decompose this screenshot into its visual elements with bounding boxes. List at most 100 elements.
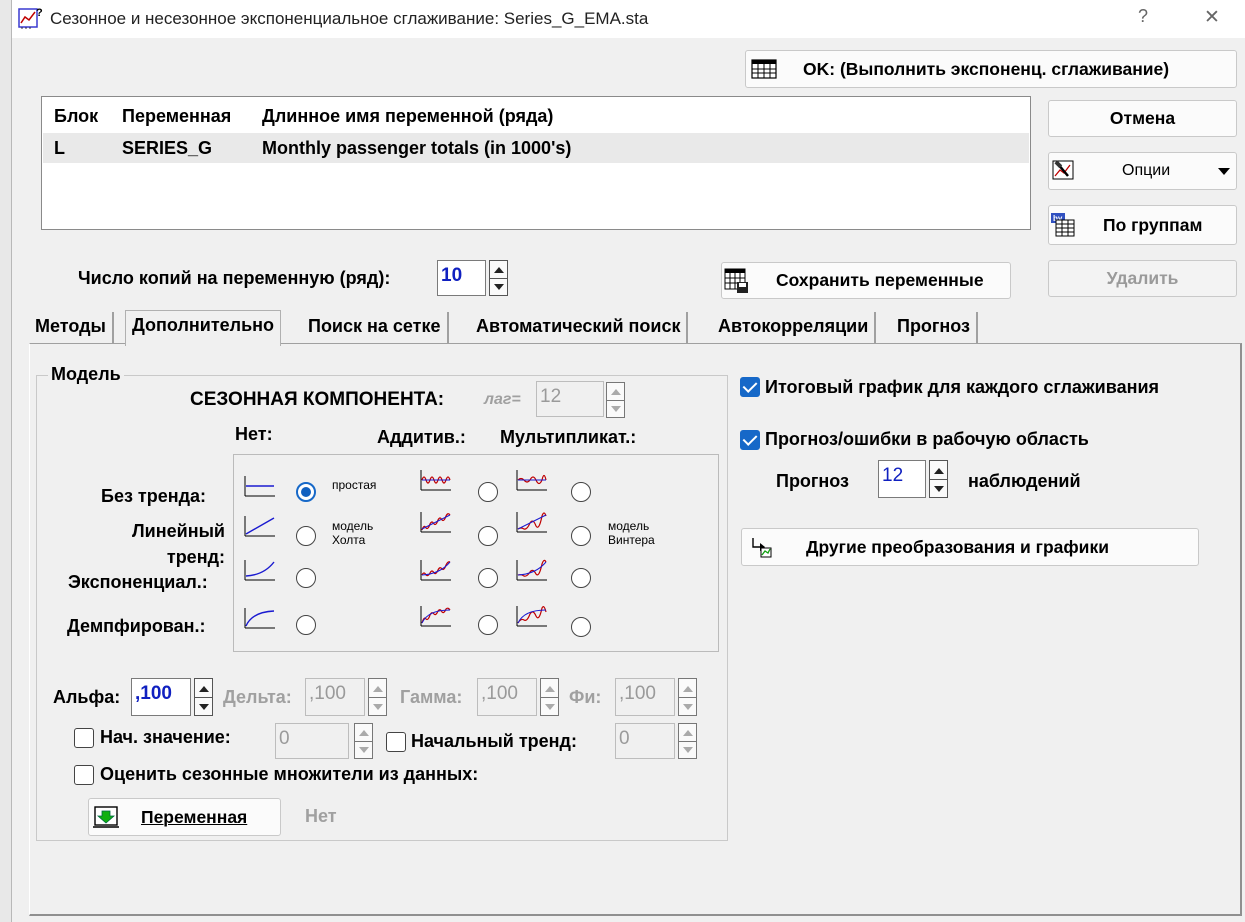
radio-exponential-additive[interactable] (478, 568, 498, 588)
damped-multiplicative-icon (516, 606, 547, 627)
exponential-additive-icon (420, 560, 451, 581)
svg-text:?: ? (36, 7, 43, 19)
tab-methods[interactable]: Методы (29, 312, 114, 344)
lag-spinner[interactable] (606, 382, 625, 418)
other-transforms-button[interactable]: Другие преобразования и графики (741, 528, 1199, 566)
no-trend-multiplicative-icon (516, 470, 547, 491)
radio-damped-additive[interactable] (478, 615, 498, 635)
init-value-spinner[interactable] (354, 723, 373, 759)
variable-none-label: Нет (305, 806, 337, 826)
init-value-input[interactable]: 0 (275, 723, 349, 759)
tab-autocorrelations[interactable]: Автокорреляции (712, 312, 877, 344)
phi-value: ,100 (619, 683, 656, 704)
save-variables-label: Сохранить переменные (776, 270, 984, 290)
phi-spinner[interactable] (678, 678, 697, 716)
delta-label: Дельта: (223, 687, 292, 707)
no-trend-additive-icon (420, 470, 451, 491)
radio-linear-none[interactable] (296, 526, 316, 546)
by-groups-button[interactable]: by По группам (1048, 205, 1237, 245)
lag-value: 12 (540, 386, 562, 407)
other-transforms-label: Другие преобразования и графики (806, 536, 1109, 557)
cell-block: L (54, 138, 65, 158)
forecast-errors-label: Прогноз/ошибки в рабочую область (765, 429, 1089, 449)
note-simple: простая (332, 478, 377, 492)
radio-no-trend-multiplicative[interactable] (571, 482, 591, 502)
radio-no-trend-additive[interactable] (478, 482, 498, 502)
note-holt-line1: модель (332, 519, 374, 533)
by-groups-icon: by (1051, 213, 1075, 237)
header-long-name: Длинное имя переменной (ряда) (262, 106, 554, 126)
green-arrow-icon (93, 806, 119, 828)
radio-exponential-multiplicative[interactable] (571, 568, 591, 588)
damped-none-icon (244, 608, 275, 629)
seasonal-label: СЕЗОННАЯ КОМПОНЕНТА: (190, 389, 445, 410)
lag-input[interactable]: 12 (536, 381, 604, 417)
exponential-multiplicative-icon (516, 559, 547, 581)
model-group-title: Модель (48, 364, 124, 385)
radio-linear-additive[interactable] (478, 526, 498, 546)
alpha-label: Альфа: (53, 687, 121, 707)
init-trend-spinner[interactable] (678, 723, 697, 759)
forecast-input[interactable]: 12 (878, 460, 926, 498)
init-trend-input[interactable]: 0 (615, 723, 675, 759)
no-trend-none-icon (244, 476, 275, 497)
gamma-spinner[interactable] (540, 678, 559, 716)
tab-auto-search[interactable]: Автоматический поиск (470, 312, 689, 344)
radio-damped-multiplicative[interactable] (571, 617, 591, 637)
window-title: Сезонное и несезонное экспоненциальное с… (50, 9, 649, 28)
init-trend-value: 0 (619, 728, 630, 749)
forecast-errors-checkbox[interactable] (740, 430, 760, 450)
forecast-spinner[interactable] (929, 460, 948, 498)
variable-button[interactable]: Переменная (88, 798, 281, 836)
options-button-label: Опции (1122, 162, 1171, 179)
dialog-window: ? Сезонное и несезонное экспоненциальное… (11, 0, 1245, 922)
observations-label: наблюдений (968, 471, 1081, 491)
chevron-down-icon (1218, 168, 1230, 175)
tab-forecast[interactable]: Прогноз (891, 312, 979, 344)
forecast-label: Прогноз (776, 471, 850, 491)
phi-input[interactable]: ,100 (615, 678, 675, 716)
ok-button[interactable]: OK: (Выполнить экспоненц. сглаживание) (745, 50, 1237, 88)
tab-additional[interactable]: Дополнительно (125, 310, 282, 346)
spreadsheet-icon (751, 59, 777, 79)
alpha-spinner[interactable] (194, 678, 213, 716)
tab-grid-search[interactable]: Поиск на сетке (302, 312, 449, 344)
table-row[interactable]: L SERIES_G Monthly passenger totals (in … (43, 133, 1029, 163)
init-trend-checkbox[interactable] (386, 732, 406, 752)
linear-multiplicative-icon (516, 512, 547, 533)
radio-damped-none[interactable] (296, 615, 316, 635)
estimate-seasonal-checkbox[interactable] (74, 765, 94, 785)
radio-linear-multiplicative[interactable] (571, 526, 591, 546)
row-exponential-label: Экспоненциал.: (68, 572, 208, 592)
delta-input[interactable]: ,100 (305, 678, 365, 716)
delta-spinner[interactable] (368, 678, 387, 716)
forecast-value: 12 (882, 465, 904, 486)
hammer-icon (1052, 160, 1074, 180)
by-groups-button-label: По группам (1103, 214, 1203, 235)
col-multiplicative-label: Мультипликат.: (500, 427, 637, 447)
alpha-input[interactable]: ,100 (131, 678, 191, 716)
init-value-checkbox[interactable] (74, 728, 94, 748)
help-button[interactable]: ? (1138, 6, 1148, 27)
close-button[interactable]: ✕ (1204, 6, 1220, 29)
exponential-none-icon (244, 560, 275, 581)
copies-input[interactable]: 10 (437, 260, 486, 296)
cancel-button[interactable]: Отмена (1048, 100, 1237, 137)
row-linear-trend-label: Линейный тренд: (132, 521, 225, 567)
radio-no-trend-none[interactable] (296, 482, 316, 502)
note-winters-line1: модель (608, 519, 650, 533)
linear-none-icon (244, 516, 275, 537)
variable-button-label: Переменная (141, 806, 248, 827)
delete-button[interactable]: Удалить (1048, 260, 1237, 297)
copies-label: Число копий на переменную (ряд): (78, 268, 391, 288)
header-block: Блок (54, 106, 99, 126)
copies-value: 10 (441, 265, 463, 286)
variable-list[interactable]: Блок Переменная Длинное имя переменной (… (41, 96, 1031, 230)
save-variables-button[interactable]: Сохранить переменные (721, 262, 1011, 299)
options-button[interactable]: Опции (1048, 152, 1237, 190)
copies-spinner[interactable] (489, 260, 508, 296)
ok-button-label: OK: (Выполнить экспоненц. сглаживание) (803, 58, 1170, 79)
summary-chart-checkbox[interactable] (740, 377, 760, 397)
gamma-input[interactable]: ,100 (477, 678, 537, 716)
radio-exponential-none[interactable] (296, 568, 316, 588)
